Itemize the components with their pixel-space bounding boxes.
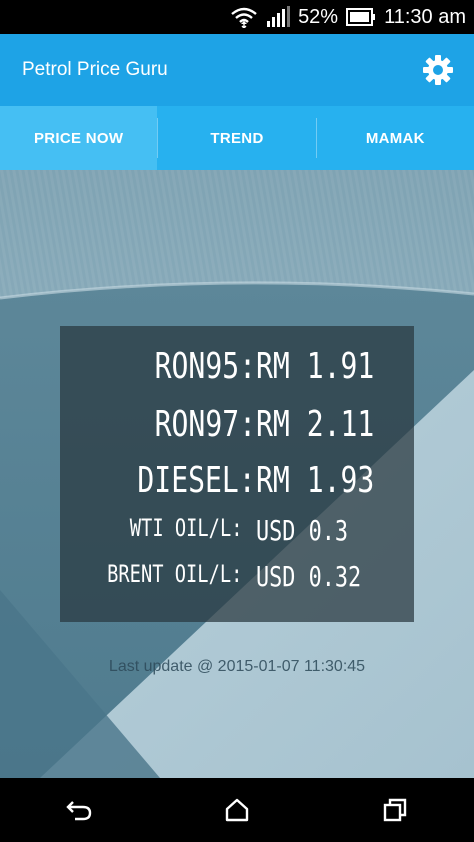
home-button[interactable] bbox=[207, 785, 267, 835]
ron95-label: RON95: bbox=[154, 346, 256, 387]
tab-trend-label: TREND bbox=[210, 129, 264, 147]
gear-icon bbox=[423, 55, 453, 85]
ron95-value: RM 1.91 bbox=[256, 346, 375, 387]
price-row-ron95: RON95: RM 1.91 bbox=[60, 346, 414, 396]
app-title: Petrol Price Guru bbox=[22, 59, 168, 80]
price-now-content: RON95: RM 1.91 RON97: RM 2.11 DIESEL: RM… bbox=[0, 170, 474, 778]
wti-value: USD 0.3 bbox=[256, 514, 349, 547]
price-row-ron97: RON97: RM 2.11 bbox=[60, 404, 414, 454]
last-update-text: Last update @ 2015-01-07 11:30:45 bbox=[108, 658, 366, 675]
tab-price-now[interactable]: PRICE NOW bbox=[0, 106, 158, 170]
tab-price-now-label: PRICE NOW bbox=[33, 129, 124, 147]
ron97-value: RM 2.11 bbox=[256, 404, 375, 445]
price-panel: RON95: RM 1.91 RON97: RM 2.11 DIESEL: RM… bbox=[60, 326, 414, 622]
diesel-value: RM 1.93 bbox=[256, 460, 375, 501]
price-row-diesel: DIESEL: RM 1.93 bbox=[60, 460, 414, 510]
recents-icon bbox=[383, 798, 407, 822]
tab-mamak[interactable]: MAMAK bbox=[317, 106, 474, 170]
signal-icon bbox=[266, 6, 291, 28]
back-button[interactable] bbox=[49, 785, 109, 835]
price-row-wti: WTI OIL/L: USD 0.3 bbox=[60, 514, 414, 558]
recents-button[interactable] bbox=[365, 785, 425, 835]
diesel-label: DIESEL: bbox=[137, 460, 256, 501]
battery-percent: 52% bbox=[298, 5, 339, 28]
status-time: 11:30 am bbox=[384, 5, 466, 28]
navigation-bar bbox=[0, 778, 474, 842]
tab-mamak-label: MAMAK bbox=[365, 129, 425, 147]
ron97-label: RON97: bbox=[154, 404, 256, 445]
tab-trend[interactable]: TREND bbox=[158, 106, 315, 170]
app-bar: Petrol Price Guru bbox=[0, 34, 474, 106]
settings-button[interactable] bbox=[420, 52, 456, 88]
back-icon bbox=[66, 801, 92, 821]
price-row-brent: BRENT OIL/L: USD 0.32 bbox=[60, 560, 414, 604]
status-bar: 52% 11:30 am bbox=[0, 0, 474, 34]
wti-label: WTI OIL/L: bbox=[129, 514, 242, 542]
home-icon bbox=[225, 798, 249, 822]
tab-bar: PRICE NOW TREND MAMAK bbox=[0, 106, 474, 170]
battery-icon bbox=[346, 7, 376, 27]
brent-value: USD 0.32 bbox=[256, 560, 362, 593]
wifi-icon bbox=[230, 6, 258, 28]
brent-label: BRENT OIL/L: bbox=[106, 560, 242, 588]
